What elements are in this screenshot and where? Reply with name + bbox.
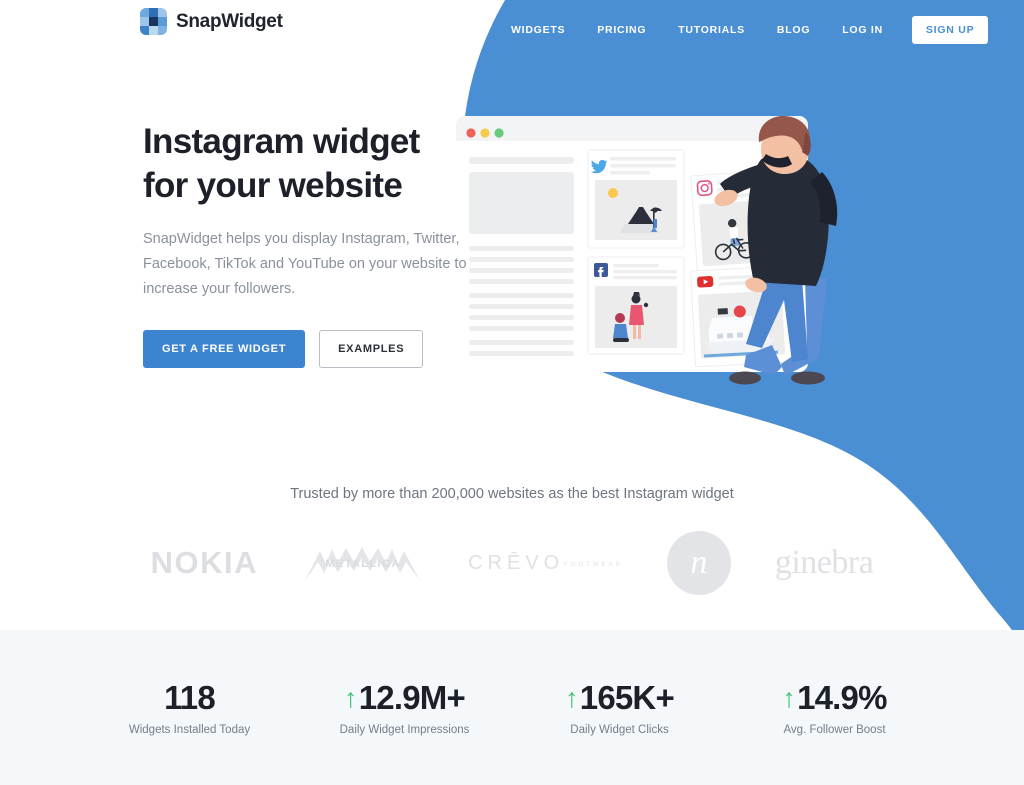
nav-item-login[interactable]: LOG IN	[826, 24, 899, 36]
page-title: Instagram widget for your website	[143, 120, 473, 209]
stat-value: 14.9%	[797, 679, 887, 716]
svg-text:METALLICA: METALLICA	[325, 558, 400, 570]
brand-logo-nokia: NOKIA	[150, 545, 259, 580]
stat-daily-clicks: ↑ 165K+ Daily Widget Clicks	[512, 679, 727, 736]
arrow-up-icon: ↑	[344, 682, 357, 713]
hero-text-block: Instagram widget for your website SnapWi…	[143, 120, 473, 368]
nav-item-pricing[interactable]: PRICING	[581, 24, 662, 36]
stat-value: 118	[164, 679, 216, 716]
stat-label: Daily Widget Impressions	[339, 724, 470, 736]
stat-value: 165K+	[579, 679, 675, 716]
get-free-widget-button[interactable]: GET A FREE WIDGET	[143, 329, 306, 368]
twitter-card	[587, 149, 685, 249]
headline-line-1: Instagram widget	[143, 122, 420, 161]
social-proof-headline: Trusted by more than 200,000 websites as…	[290, 486, 734, 502]
stat-daily-impressions: ↑ 12.9M+ Daily Widget Impressions	[297, 679, 512, 736]
page-root: SnapWidget WIDGETS PRICING TUTORIALS BLO…	[0, 0, 1024, 785]
stat-widgets-installed: 118 Widgets Installed Today	[82, 679, 297, 736]
stats-bar: 118 Widgets Installed Today ↑ 12.9M+ Dai…	[0, 630, 1024, 785]
facebook-card	[587, 256, 685, 355]
browser-mockup-illustration	[456, 116, 838, 385]
nav-item-widgets[interactable]: WIDGETS	[495, 24, 581, 36]
brand-logos-row: NOKIA METALLICA CRĒVO FOOTWEAR n ginebra	[0, 527, 1024, 599]
stat-follower-boost: ↑ 14.9% Avg. Follower Boost	[727, 679, 942, 736]
hero-illustration	[450, 100, 880, 400]
hero-cta-row: GET A FREE WIDGET EXAMPLES	[143, 329, 473, 368]
nav-item-tutorials[interactable]: TUTORIALS	[662, 24, 761, 36]
headline-line-2: for your website	[143, 166, 403, 206]
main-navigation: WIDGETS PRICING TUTORIALS BLOG LOG IN SI…	[495, 16, 989, 44]
stat-value: 12.9M+	[358, 679, 466, 716]
examples-button[interactable]: EXAMPLES	[319, 329, 424, 368]
nav-item-blog[interactable]: BLOG	[761, 24, 826, 36]
arrow-up-icon: ↑	[565, 682, 578, 713]
brand-logo[interactable]: SnapWidget	[140, 8, 283, 35]
brand-name: SnapWidget	[176, 10, 283, 32]
brand-logo-metallica: METALLICA	[302, 540, 424, 586]
arrow-up-icon: ↑	[782, 682, 796, 713]
window-dot-yellow	[480, 128, 490, 138]
brand-logo-n-circle: n	[666, 531, 731, 595]
brand-logo-ginebra: ginebra	[774, 544, 874, 581]
site-header: SnapWidget WIDGETS PRICING TUTORIALS BLO…	[0, 0, 1024, 46]
brand-logo-crevo: CRĒVO FOOTWEAR	[468, 551, 623, 574]
stat-label: Daily Widget Clicks	[570, 724, 669, 736]
metallica-wordmark-icon: METALLICA	[305, 547, 421, 581]
hero-subheading: SnapWidget helps you display Instagram, …	[143, 230, 467, 297]
stat-label: Avg. Follower Boost	[783, 724, 886, 736]
checkered-squares-logo-icon	[140, 8, 167, 35]
stat-label: Widgets Installed Today	[128, 724, 251, 736]
signup-button[interactable]: SIGN UP	[911, 16, 989, 44]
window-dot-green	[494, 128, 504, 138]
